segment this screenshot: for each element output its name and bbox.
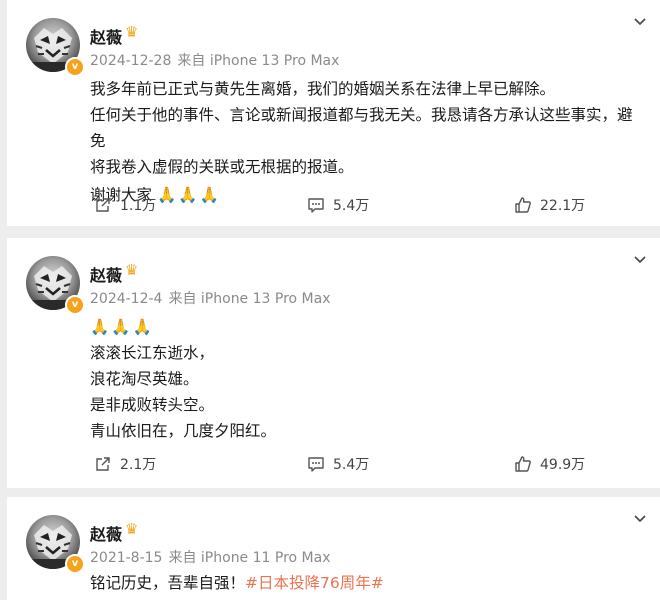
post-text: 🙏🙏🙏 滚滚长江东逝水， 浪花淘尽英雄。 是非成败转头空。 青山依旧在，几度夕阳…	[90, 314, 638, 444]
like-icon	[515, 197, 531, 213]
verified-badge-icon: v	[65, 295, 85, 315]
post-line-text: 铭记历史，吾辈自强！	[90, 574, 246, 592]
crown-icon: ♛	[125, 261, 139, 279]
post-meta: 2024-12-28 来自 iPhone 13 Pro Max	[90, 50, 345, 70]
like-count: 22.1万	[540, 198, 586, 214]
post-source: 来自 iPhone 13 Pro Max	[177, 53, 340, 69]
like-count: 49.9万	[540, 457, 586, 473]
post-line: 将我卷入虚假的关联或无根据的报道。	[90, 158, 354, 176]
crown-icon: ♛	[125, 23, 139, 41]
author-name[interactable]: 赵薇	[90, 521, 122, 545]
author-name[interactable]: 赵薇	[90, 24, 122, 48]
chevron-down-icon[interactable]	[632, 252, 648, 268]
comment-button[interactable]: 5.4万	[307, 195, 369, 215]
post-date[interactable]: 2024-12-28	[90, 53, 171, 69]
pray-emoji: 🙏🙏🙏	[90, 318, 154, 336]
action-bar: 1.1万 5.4万 22.1万	[7, 195, 660, 219]
post-text: 我多年前已正式与黄先生离婚，我们的婚姻关系在法律上早已解除。 任何关于他的事件、…	[90, 76, 638, 208]
action-bar: 2.1万 5.4万 49.9万	[7, 454, 660, 478]
repost-button[interactable]: 2.1万	[94, 454, 156, 474]
like-icon	[515, 456, 531, 472]
post-line: 浪花淘尽英雄。	[90, 370, 199, 388]
like-button[interactable]: 22.1万	[514, 195, 585, 215]
repost-button[interactable]: 1.1万	[94, 195, 156, 215]
post-line: 任何关于他的事件、言论或新闻报道都与我无关。我恳请各方承认这些事实，避免	[90, 106, 633, 150]
post-meta: 2024-12-4 来自 iPhone 13 Pro Max	[90, 288, 337, 308]
repost-icon	[96, 198, 110, 212]
post-card: v 赵薇 ♛ 2024-12-28 来自 iPhone 13 Pro Max 我多…	[7, 0, 660, 226]
like-button[interactable]: 49.9万	[514, 454, 585, 474]
chevron-down-icon[interactable]	[632, 511, 648, 527]
hashtag-link[interactable]: #日本投降76周年#	[245, 574, 384, 592]
post-date[interactable]: 2024-12-4	[90, 291, 162, 307]
repost-count: 2.1万	[120, 457, 157, 473]
post-card: v 赵薇 ♛ 2024-12-4 来自 iPhone 13 Pro Max 🙏🙏🙏…	[7, 238, 660, 488]
post-card: v 赵薇 ♛ 2021-8-15 来自 iPhone 11 Pro Max 铭记历…	[7, 497, 660, 600]
repost-count: 1.1万	[120, 198, 157, 214]
post-date[interactable]: 2021-8-15	[90, 550, 162, 566]
comment-count: 5.4万	[333, 198, 370, 214]
repost-icon	[96, 457, 110, 471]
verified-badge-icon: v	[65, 57, 85, 77]
post-source: 来自 iPhone 13 Pro Max	[168, 291, 331, 307]
verified-badge-icon: v	[65, 554, 85, 574]
post-line: 铭记历史，吾辈自强！#日本投降76周年#	[90, 570, 638, 596]
post-line: 滚滚长江东逝水，	[90, 344, 215, 362]
post-line: 我多年前已正式与黄先生离婚，我们的婚姻关系在法律上早已解除。	[90, 80, 556, 98]
post-line: 是非成败转头空。	[90, 396, 215, 414]
crown-icon: ♛	[125, 520, 139, 538]
post-line: 青山依旧在，几度夕阳红。	[90, 422, 277, 440]
post-meta: 2021-8-15 来自 iPhone 11 Pro Max	[90, 547, 337, 567]
comment-button[interactable]: 5.4万	[307, 454, 369, 474]
comment-count: 5.4万	[333, 457, 370, 473]
comment-icon	[308, 457, 324, 472]
post-text: 铭记历史，吾辈自强！#日本投降76周年#	[90, 570, 638, 596]
chevron-down-icon[interactable]	[632, 14, 648, 30]
comment-icon	[308, 198, 324, 213]
post-source: 来自 iPhone 11 Pro Max	[168, 550, 331, 566]
author-name[interactable]: 赵薇	[90, 262, 122, 286]
